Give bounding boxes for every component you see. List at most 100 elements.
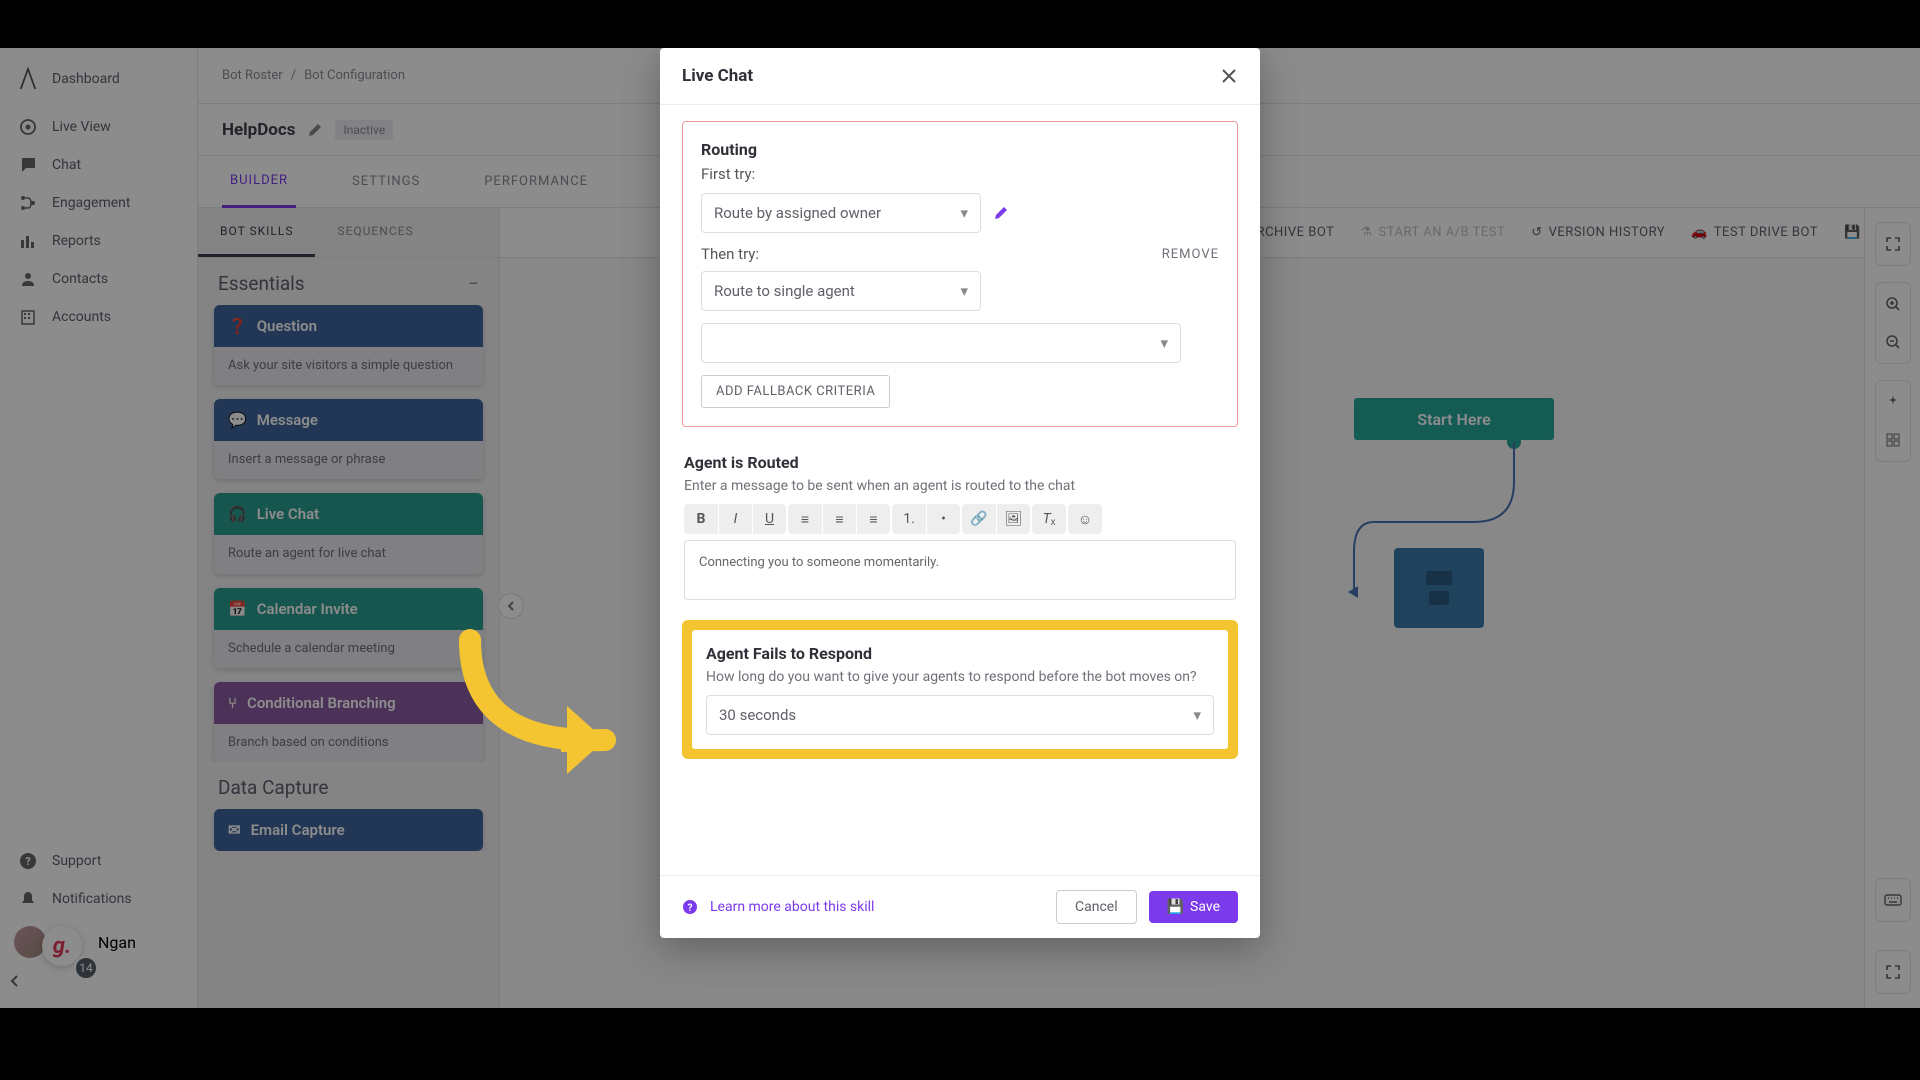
first-try-label: First try: <box>701 165 1219 183</box>
sidebar-item-support[interactable]: ? Support <box>0 842 197 880</box>
flask-icon: ⚗ <box>1360 225 1372 240</box>
minus-icon: − <box>468 272 479 295</box>
live-chat-modal: Live Chat Routing First try: Route by as… <box>660 48 1260 938</box>
remove-fallback-button[interactable]: REMOVE <box>1162 247 1219 262</box>
agent-fails-section: Agent Fails to Respond How long do you w… <box>692 630 1228 749</box>
emoji-button[interactable]: ☺ <box>1068 504 1102 534</box>
bot-name: HelpDocs <box>222 120 295 140</box>
routed-message-editor[interactable]: Connecting you to someone momentarily. <box>684 540 1236 600</box>
chat-icon <box>18 156 38 174</box>
timeout-select[interactable]: 30 seconds ▾ <box>706 695 1214 735</box>
agent-routed-heading: Agent is Routed <box>684 453 1236 472</box>
agent-routed-sub: Enter a message to be sent when an agent… <box>684 478 1236 494</box>
sidebar-item-liveview[interactable]: Live View <box>0 108 197 146</box>
nav-label: Dashboard <box>52 71 120 87</box>
status-badge: Inactive <box>335 120 393 140</box>
section-essentials-header[interactable]: Essentials − <box>198 258 499 305</box>
chevron-left-icon <box>505 600 517 612</box>
align-left-button[interactable]: ≡ <box>788 504 822 534</box>
fullscreen-button[interactable] <box>1878 229 1908 259</box>
breadcrumb-root[interactable]: Bot Roster <box>222 68 283 83</box>
start-node[interactable]: Start Here <box>1354 398 1554 440</box>
sidebar-item-chat[interactable]: Chat <box>0 146 197 184</box>
nav-label: Engagement <box>52 195 130 211</box>
section-data-capture-header[interactable]: Data Capture <box>198 762 499 809</box>
version-history-button[interactable]: ↺ VERSION HISTORY <box>1531 225 1665 240</box>
nav-label: Accounts <box>52 309 111 325</box>
chevron-left-icon <box>8 974 22 988</box>
underline-button[interactable]: U <box>752 504 786 534</box>
sidebar-item-engagement[interactable]: Engagement <box>0 184 197 222</box>
sparkle-icon <box>1885 394 1901 410</box>
align-right-button[interactable]: ≡ <box>856 504 890 534</box>
skill-card-calendar[interactable]: 📅Calendar Invite Schedule a calendar mee… <box>214 588 483 668</box>
canvas-rail <box>1864 208 1920 1008</box>
save-skill-button[interactable]: 💾 Save <box>1149 891 1238 923</box>
edit-name-icon[interactable] <box>307 122 323 138</box>
clear-format-button[interactable]: Tₓ <box>1032 504 1066 534</box>
bold-button[interactable]: B <box>684 504 718 534</box>
agent-select[interactable]: ▾ <box>701 323 1181 363</box>
avatar <box>14 926 46 958</box>
modal-body[interactable]: Routing First try: Route by assigned own… <box>660 105 1260 875</box>
zoom-out-icon <box>1885 334 1901 350</box>
flow-node-skill[interactable] <box>1394 548 1484 628</box>
first-try-select[interactable]: Route by assigned owner ▾ <box>701 193 981 233</box>
breadcrumb: Bot Roster / Bot Configuration <box>222 68 405 83</box>
tab-performance[interactable]: PERFORMANCE <box>476 157 596 206</box>
headset-icon: 🎧 <box>228 505 247 523</box>
sidebar-user[interactable]: g. 14 Ngan <box>0 918 197 966</box>
tab-sequences[interactable]: SEQUENCES <box>315 208 435 257</box>
skill-card-message[interactable]: 💬Message Insert a message or phrase <box>214 399 483 479</box>
close-button[interactable] <box>1220 67 1238 85</box>
tab-settings[interactable]: SETTINGS <box>344 157 428 206</box>
keyboard-button[interactable] <box>1878 885 1908 915</box>
highlight-callout: Agent Fails to Respond How long do you w… <box>682 620 1238 759</box>
ol-button[interactable]: 1. <box>892 504 926 534</box>
sidebar-item-reports[interactable]: Reports <box>0 222 197 260</box>
learn-more-link[interactable]: Learn more about this skill <box>710 899 874 915</box>
test-drive-button[interactable]: 🚗 TEST DRIVE BOT <box>1691 225 1818 240</box>
ab-test-button[interactable]: ⚗ START AN A/B TEST <box>1360 225 1505 240</box>
cancel-button[interactable]: Cancel <box>1056 890 1137 924</box>
agent-fails-sub: How long do you want to give your agents… <box>706 669 1214 685</box>
svg-text:?: ? <box>25 855 31 868</box>
add-fallback-button[interactable]: ADD FALLBACK CRITERIA <box>701 375 890 408</box>
sidebar-item-accounts[interactable]: Accounts <box>0 298 197 336</box>
nav-label: Notifications <box>52 891 132 907</box>
car-icon: 🚗 <box>1691 225 1708 240</box>
chevron-down-icon: ▾ <box>1193 706 1201 724</box>
skill-card-conditional[interactable]: ⑂Conditional Branching Branch based on c… <box>214 682 483 762</box>
zoom-in-icon <box>1885 296 1901 312</box>
italic-button[interactable]: I <box>718 504 752 534</box>
sidebar-item-contacts[interactable]: Contacts <box>0 260 197 298</box>
skill-card-question[interactable]: ❓Question Ask your site visitors a simpl… <box>214 305 483 385</box>
edit-routing-icon[interactable] <box>993 205 1009 221</box>
align-center-button[interactable]: ≡ <box>822 504 856 534</box>
fit-icon <box>1885 964 1901 980</box>
branch-icon <box>18 194 38 212</box>
link-button[interactable]: 🔗 <box>962 504 996 534</box>
panel-collapse-button[interactable] <box>498 593 524 619</box>
ul-button[interactable]: • <box>926 504 960 534</box>
skill-card-email-capture[interactable]: ✉Email Capture <box>214 809 483 851</box>
target-icon <box>18 118 38 136</box>
image-button[interactable]: 🖼 <box>996 504 1030 534</box>
bar-chart-icon <box>18 232 38 250</box>
sidebar-collapse[interactable] <box>0 966 197 996</box>
nav-label: Chat <box>52 157 81 173</box>
username-label: Ngan <box>98 933 136 952</box>
auto-layout-button[interactable] <box>1878 387 1908 417</box>
then-try-select[interactable]: Route to single agent ▾ <box>701 271 981 311</box>
building-icon <box>18 308 38 326</box>
skill-card-live-chat[interactable]: 🎧Live Chat Route an agent for live chat <box>214 493 483 573</box>
tab-builder[interactable]: BUILDER <box>222 156 296 208</box>
sidebar-item-notifications[interactable]: Notifications <box>0 880 197 918</box>
tab-bot-skills[interactable]: BOT SKILLS <box>198 208 315 257</box>
fit-button[interactable] <box>1878 957 1908 987</box>
zoom-out-button[interactable] <box>1878 327 1908 357</box>
minimap-button[interactable] <box>1878 425 1908 455</box>
save-icon: 💾 <box>1167 899 1184 915</box>
sidebar-item-dashboard[interactable]: Dashboard <box>0 60 197 108</box>
zoom-in-button[interactable] <box>1878 289 1908 319</box>
